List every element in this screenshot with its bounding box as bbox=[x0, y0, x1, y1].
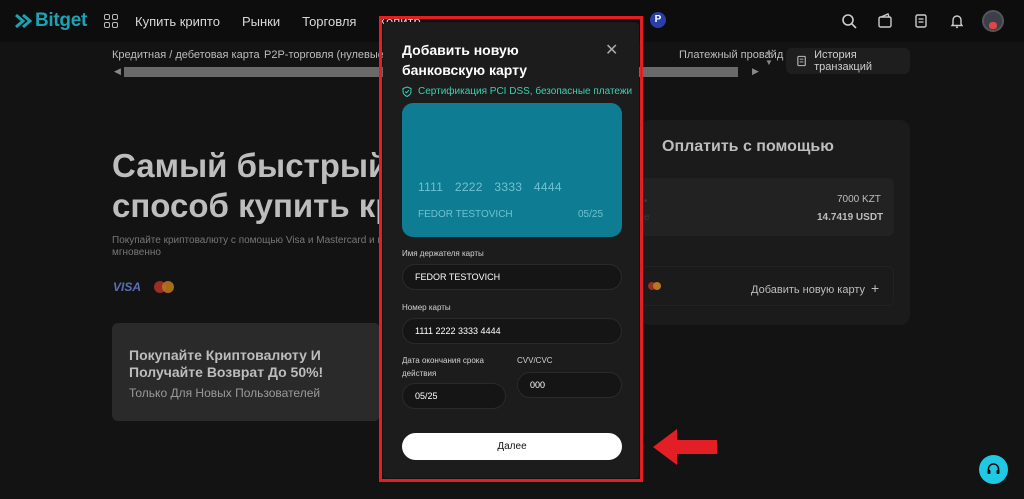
hero-title-line-2: способ купить кр bbox=[112, 187, 382, 224]
scroll-left-icon[interactable]: ◀ bbox=[114, 66, 121, 77]
promo-title-2: Получайте Возврат До 50%! bbox=[129, 364, 324, 380]
bell-icon[interactable] bbox=[946, 10, 968, 32]
add-new-card-label: Добавить новую карту bbox=[751, 284, 865, 296]
nav-markets[interactable]: Рынки bbox=[242, 14, 280, 29]
bitget-logo[interactable]: Bitget bbox=[14, 10, 87, 32]
transaction-history-button[interactable]: История транзакций bbox=[786, 48, 910, 74]
amount-fiat: 7000 KZT bbox=[837, 194, 881, 205]
nav-buy-crypto[interactable]: Купить крипто bbox=[135, 14, 220, 29]
highlight-frame bbox=[379, 16, 643, 482]
history-label: История транзакций bbox=[814, 49, 873, 73]
hero-title: Самый быстрый способ купить кр bbox=[112, 146, 382, 226]
nav-trade[interactable]: Торговля bbox=[302, 14, 356, 29]
plus-icon: + bbox=[871, 280, 880, 296]
hero-subtitle: Покупайте криптовалюту с помощью Visa и … bbox=[112, 235, 380, 246]
promo-subtitle: Только Для Новых Пользователей bbox=[129, 386, 321, 400]
tab-credit-debit-card[interactable]: Кредитная / дебетовая карта bbox=[112, 49, 260, 61]
brand-name: Bitget bbox=[35, 10, 88, 31]
hero-subtitle-2: мгновенно bbox=[112, 247, 161, 258]
receive-label-hidden: e bbox=[644, 212, 650, 223]
main-nav: Купить крипто Рынки Торговля Копитр bbox=[135, 14, 421, 29]
pay-with-title: Оплатить с помощью bbox=[662, 138, 834, 155]
support-chat-button[interactable] bbox=[979, 455, 1008, 484]
amount-row bbox=[640, 178, 894, 236]
red-arrow-pointer bbox=[653, 429, 717, 465]
headset-icon bbox=[987, 463, 1000, 474]
amount-label-hidden: • bbox=[644, 196, 648, 207]
promo-title-1: Покупайте Криптовалюту И bbox=[129, 347, 321, 363]
hero-title-line-1: Самый быстрый bbox=[112, 147, 382, 184]
mastercard-logo bbox=[154, 281, 176, 293]
history-icon bbox=[797, 55, 806, 67]
search-icon[interactable] bbox=[838, 10, 860, 32]
p-badge[interactable]: P bbox=[650, 12, 666, 28]
amount-crypto: 14.7419 USDT bbox=[817, 212, 884, 223]
wallet-icon[interactable] bbox=[874, 10, 896, 32]
tabs-arrows[interactable]: ▲ ▼ bbox=[765, 46, 773, 68]
apps-grid-icon[interactable] bbox=[104, 14, 118, 28]
promo-banner[interactable]: Покупайте Криптовалюту И Получайте Возвр… bbox=[112, 323, 380, 421]
bitget-logo-icon bbox=[15, 13, 32, 29]
orders-icon[interactable] bbox=[910, 10, 932, 32]
add-new-card-button[interactable]: Добавить новую карту + bbox=[751, 280, 879, 296]
visa-logo: VISA bbox=[113, 280, 142, 294]
avatar[interactable] bbox=[982, 10, 1004, 32]
scroll-right-icon[interactable]: ▶ bbox=[752, 66, 759, 77]
mastercard-small-icon bbox=[648, 282, 662, 290]
header-actions bbox=[838, 10, 1004, 32]
